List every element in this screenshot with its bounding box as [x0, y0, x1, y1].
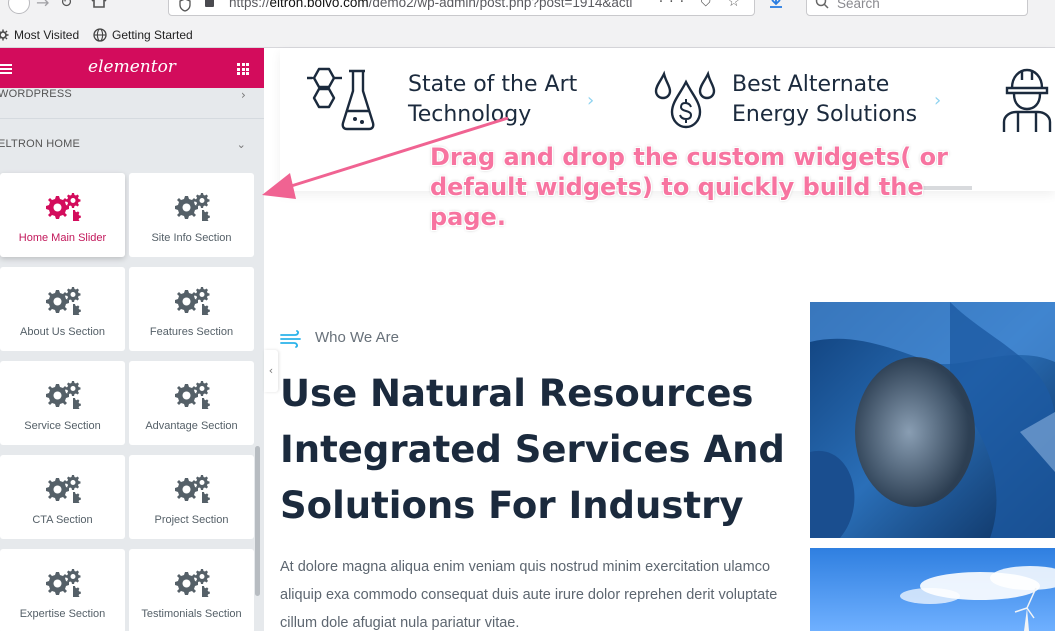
widget-service-section[interactable]: Service Section	[0, 361, 125, 445]
lock-icon	[205, 0, 214, 7]
widgets-grid-icon[interactable]	[237, 63, 249, 75]
url-text[interactable]: https://eltron.bolvo.com/demo2/wp-admin/…	[229, 0, 669, 10]
widget-label: Expertise Section	[19, 608, 106, 620]
widget-cta-section[interactable]: CTA Section	[0, 455, 125, 539]
widget-advantage-section[interactable]: Advantage Section	[129, 361, 254, 445]
widget-label: Site Info Section	[151, 232, 232, 244]
bookmark-most-visited[interactable]: Most Visited	[0, 28, 79, 42]
category-eltron-home[interactable]: ELTRON HOME ⌄	[0, 138, 262, 151]
feature-1-chevron-icon: ›	[587, 90, 595, 111]
widget-label: Testimonials Section	[141, 608, 242, 620]
widget-gears-icon	[175, 475, 210, 503]
widget-gears-icon	[175, 193, 210, 221]
engineer-icon	[1002, 68, 1052, 132]
reload-icon[interactable]: ↻	[60, 0, 73, 11]
section-label: Who We Are	[315, 329, 399, 346]
widget-gears-icon	[46, 287, 81, 315]
browser-toolbar: → ↻ https://eltron.bolvo.com/demo2/wp-ad…	[0, 0, 1055, 22]
widget-testimonials-section[interactable]: Testimonials Section	[129, 549, 254, 631]
wind-icon	[280, 330, 301, 348]
widget-label: CTA Section	[32, 514, 93, 526]
widget-gears-icon	[175, 287, 210, 315]
search-placeholder: Search	[837, 0, 880, 11]
lab-flask-icon	[307, 67, 375, 131]
chevron-down-icon: ⌄	[236, 138, 246, 151]
feature-2-chevron-icon: ›	[934, 90, 942, 111]
bookmark-getting-started[interactable]: Getting Started	[93, 28, 193, 42]
widget-label: About Us Section	[20, 326, 105, 338]
widget-label: Advantage Section	[145, 420, 238, 432]
widget-site-info-section[interactable]: Site Info Section	[129, 173, 254, 257]
widget-label: Service Section	[24, 420, 101, 432]
water-dollar-icon	[654, 70, 716, 129]
widget-gears-icon	[175, 569, 210, 597]
feature-2-title: Best Alternate Energy Solutions	[732, 72, 918, 127]
elementor-logo: elementor	[88, 57, 176, 77]
home-icon[interactable]	[90, 0, 108, 8]
page-actions-icons[interactable]: ··· ⛉ ☆	[659, 0, 746, 10]
panel-header: elementor	[0, 48, 264, 88]
widget-gears-icon	[46, 193, 81, 221]
page-headline: Use Natural Resources Integrated Service…	[280, 372, 785, 527]
widget-project-section[interactable]: Project Section	[129, 455, 254, 539]
category-wordpress[interactable]: WORDPRESS ›	[0, 88, 262, 102]
widget-label: Project Section	[154, 514, 229, 526]
search-bar[interactable]: Search	[806, 0, 1028, 16]
panel-scrollbar[interactable]	[255, 446, 260, 596]
widget-gears-icon	[175, 381, 210, 409]
widget-label: Home Main Slider	[18, 232, 107, 244]
bookmarks-bar: Most Visited Getting Started	[0, 22, 1055, 48]
download-icon[interactable]	[768, 0, 784, 10]
widget-home-main-slider[interactable]: Home Main Slider	[0, 173, 125, 257]
wind-turbine-photo	[810, 548, 1055, 631]
panel-collapse-button[interactable]: ‹	[264, 350, 278, 392]
elementor-panel: elementor WORDPRESS › ELTRON HOME ⌄ Home…	[0, 48, 264, 631]
intro-paragraph: At dolore magna aliqua enim veniam quis …	[280, 559, 778, 631]
annotation-text: Drag and drop the custom widgets( or def…	[430, 143, 948, 231]
chevron-right-icon: ›	[241, 88, 246, 102]
widget-expertise-section[interactable]: Expertise Section	[0, 549, 125, 631]
gear-icon	[0, 29, 9, 41]
feature-1-title: State of the Art Technology	[408, 72, 578, 127]
shield-icon	[179, 0, 191, 12]
widget-gears-icon	[46, 569, 81, 597]
widget-gears-icon	[46, 475, 81, 503]
industry-photo	[810, 302, 1055, 538]
widget-about-us-section[interactable]: About Us Section	[0, 267, 125, 351]
divider	[0, 118, 264, 119]
search-icon	[815, 0, 829, 9]
widget-label: Features Section	[149, 326, 234, 338]
back-button[interactable]	[8, 0, 30, 14]
globe-icon	[93, 28, 107, 42]
widget-features-section[interactable]: Features Section	[129, 267, 254, 351]
url-bar[interactable]: https://eltron.bolvo.com/demo2/wp-admin/…	[168, 0, 755, 16]
forward-icon[interactable]: →	[36, 0, 49, 12]
widget-gears-icon	[46, 381, 81, 409]
